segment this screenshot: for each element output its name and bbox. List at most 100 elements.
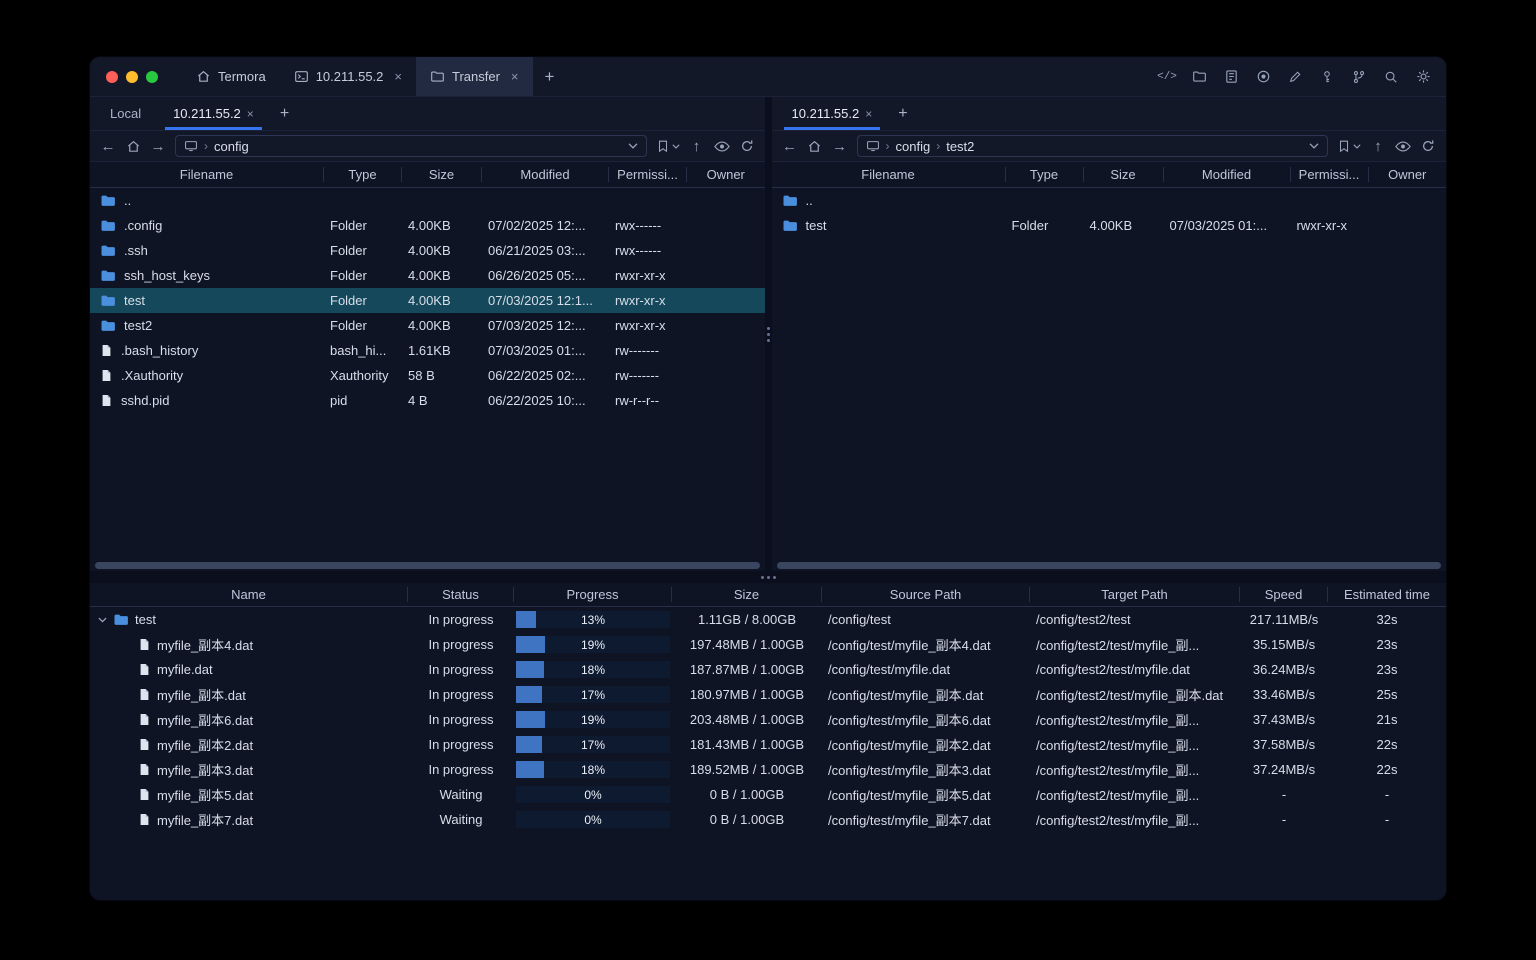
transfer-row[interactable]: test In progress 13% 1.11GB / 8.00GB/config… [90,607,1446,632]
transfer-row[interactable]: myfile_副本.dat In progress 17% 180.97MB / 1.… [90,682,1446,707]
home-button[interactable] [125,136,141,156]
file-row[interactable]: .Xauthority Xauthority 58 B 06/22/2025 02:.… [90,363,765,388]
folder-icon[interactable] [1190,68,1208,86]
tab-termora[interactable]: Termora [182,57,280,96]
transfer-row[interactable]: myfile_副本5.dat Waiting 0% 0 B / 1.00GB/conf… [90,782,1446,807]
transfer-row[interactable]: myfile_副本2.dat In progress 17% 181.43MB / 1… [90,732,1446,757]
column-header-size[interactable]: Size [1084,167,1164,182]
path-segment[interactable]: test2 [946,139,974,154]
file-icon [138,712,151,727]
tab-remote-10-211-55-2[interactable]: 10.211.55.2 × [776,97,889,130]
branch-icon[interactable] [1350,68,1368,86]
transfer-row[interactable]: myfile_副本7.dat Waiting 0% 0 B / 1.00GB/conf… [90,807,1446,832]
settings-icon[interactable] [1414,68,1432,86]
column-header-size[interactable]: Size [672,587,822,602]
target-path-cell: /config/test2/test [1036,612,1131,627]
column-header-type[interactable]: Type [1006,167,1084,182]
transfer-row[interactable]: myfile_副本6.dat In progress 19% 203.48MB / 1… [90,707,1446,732]
column-header-source-path[interactable]: Source Path [822,587,1030,602]
path-dropdown-icon[interactable] [1309,143,1319,149]
size-cell: 4.00KB [408,318,451,333]
column-header-size[interactable]: Size [402,167,482,182]
horizontal-scrollbar[interactable] [95,562,760,569]
vertical-splitter[interactable] [764,97,772,571]
file-panels: Local 10.211.55.2 × + ← → › config ↑ Fil… [90,97,1446,571]
key-icon[interactable] [1318,68,1336,86]
log-icon[interactable] [1222,68,1240,86]
forward-button[interactable]: → [832,136,848,156]
transfer-row[interactable]: myfile_副本3.dat In progress 18% 189.52MB / 1… [90,757,1446,782]
file-row[interactable]: test Folder 4.00KB 07/03/2025 01:... rwxr-xr… [772,213,1447,238]
minimize-window-button[interactable] [126,70,138,83]
file-row[interactable]: .. [772,188,1447,213]
back-button[interactable]: ← [782,136,798,156]
eta-cell: 22s [1376,737,1398,752]
column-header-permissions[interactable]: Permissi... [609,167,687,182]
file-row[interactable]: ssh_host_keys Folder 4.00KB 06/26/2025 05:.… [90,263,765,288]
file-row[interactable]: .. [90,188,765,213]
pen-icon[interactable] [1286,68,1304,86]
search-icon[interactable] [1382,68,1400,86]
up-directory-button[interactable]: ↑ [1370,136,1386,156]
column-header-speed[interactable]: Speed [1240,587,1328,602]
close-tab-icon[interactable]: × [247,107,254,121]
column-header-modified[interactable]: Modified [482,167,609,182]
bookmark-button[interactable] [656,139,680,153]
column-header-target-path[interactable]: Target Path [1030,587,1240,602]
column-header-owner[interactable]: Owner [1369,167,1447,182]
path-breadcrumb[interactable]: › config › test2 [856,135,1328,157]
filename-cell: .. [772,193,1006,209]
tab-host-10-211-55-2[interactable]: 10.211.55.2 × [280,57,416,96]
close-window-button[interactable] [106,70,118,83]
column-header-status[interactable]: Status [408,587,514,602]
refresh-button[interactable] [739,136,755,156]
speed-cell: 217.11MB/s [1249,612,1319,627]
column-header-estimated-time[interactable]: Estimated time [1328,587,1446,602]
column-header-permissions[interactable]: Permissi... [1291,167,1369,182]
tab-remote-10-211-55-2[interactable]: 10.211.55.2 × [157,97,270,130]
show-hidden-button[interactable] [713,136,730,156]
tab-transfer[interactable]: Transfer × [416,57,533,96]
bookmark-button[interactable] [1337,139,1361,153]
file-row[interactable]: test Folder 4.00KB 07/03/2025 12:1... rwxr-x… [90,288,765,313]
close-tab-icon[interactable]: × [394,69,402,84]
path-dropdown-icon[interactable] [628,143,638,149]
column-header-modified[interactable]: Modified [1164,167,1291,182]
forward-button[interactable]: → [150,136,166,156]
file-row[interactable]: test2 Folder 4.00KB 07/03/2025 12:... rwxr-x… [90,313,765,338]
record-icon[interactable] [1254,68,1272,86]
close-tab-icon[interactable]: × [865,107,872,121]
horizontal-splitter[interactable] [90,571,1446,583]
column-header-type[interactable]: Type [324,167,402,182]
file-row[interactable]: .ssh Folder 4.00KB 06/21/2025 03:... rwx----… [90,238,765,263]
column-header-filename[interactable]: Filename [772,167,1006,182]
close-tab-icon[interactable]: × [511,69,519,84]
file-row[interactable]: sshd.pid pid 4 B 06/22/2025 10:... rw-r--r-- [90,388,765,413]
up-directory-button[interactable]: ↑ [689,136,705,156]
new-panel-tab-button[interactable]: + [888,97,917,130]
transfer-row[interactable]: myfile.dat In progress 18% 187.87MB / 1.00G… [90,657,1446,682]
column-header-filename[interactable]: Filename [90,167,324,182]
file-row[interactable]: .config Folder 4.00KB 07/02/2025 12:... rwx-… [90,213,765,238]
tab-local[interactable]: Local [94,97,157,130]
horizontal-scrollbar[interactable] [776,562,1441,569]
column-header-owner[interactable]: Owner [687,167,765,182]
transfer-item-name: myfile_副本6.dat [157,713,254,728]
path-breadcrumb[interactable]: › config [175,135,647,157]
file-row[interactable]: .bash_history bash_hi... 1.61KB 07/03/2025 … [90,338,765,363]
path-segment[interactable]: config [896,139,931,154]
path-segment[interactable]: config [214,139,249,154]
filename-cell: .Xauthority [90,368,324,383]
refresh-button[interactable] [1420,136,1436,156]
chevron-down-icon[interactable] [98,617,107,623]
home-button[interactable] [807,136,823,156]
zoom-window-button[interactable] [146,70,158,83]
code-icon[interactable]: </> [1157,68,1177,86]
back-button[interactable]: ← [100,136,116,156]
show-hidden-button[interactable] [1395,136,1411,156]
transfer-row[interactable]: myfile_副本4.dat In progress 19% 197.48MB / 1… [90,632,1446,657]
new-tab-button[interactable]: + [533,57,567,96]
column-header-progress[interactable]: Progress [514,587,672,602]
new-panel-tab-button[interactable]: + [270,97,299,130]
column-header-name[interactable]: Name [90,587,408,602]
